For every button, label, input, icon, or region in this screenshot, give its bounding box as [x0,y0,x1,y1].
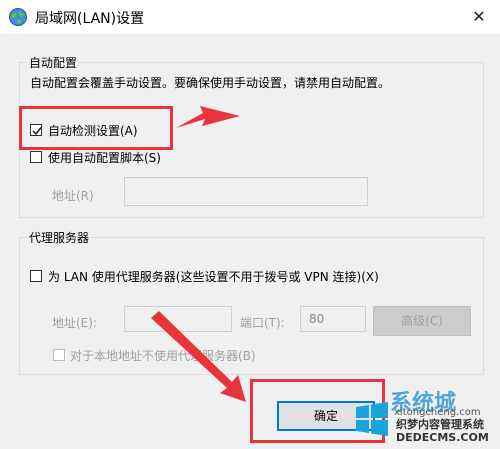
annotation-arrows [151,106,246,402]
watermark: 系统城 xitongcheng.com 织梦内容管理系统 DEDECMS.COM [352,385,500,449]
arrow-to-ok-button [151,311,246,402]
arrow-to-auto-detect [176,106,240,128]
watermark-site-name: 织梦内容管理系统 [396,418,484,431]
windows-logo-icon [356,402,388,436]
watermark-site-url: DEDECMS.COM [396,431,489,444]
